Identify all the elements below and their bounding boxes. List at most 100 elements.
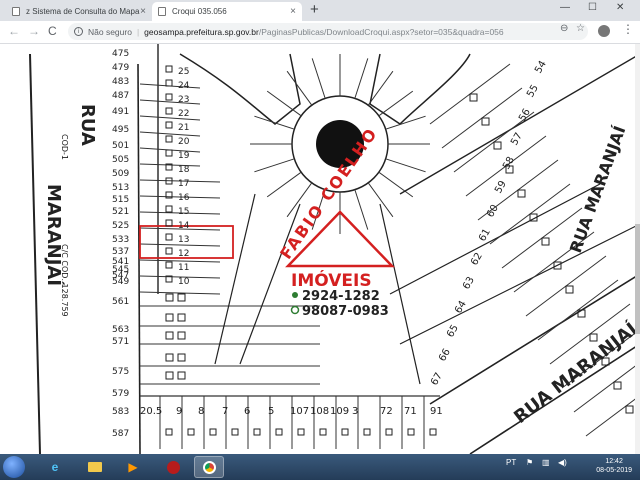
tab-sistema-consulta[interactable]: z Sistema de Consulta do Mapa D × <box>6 2 152 21</box>
ie-icon[interactable]: e <box>40 456 70 478</box>
row-number: 521 <box>112 207 129 217</box>
cod-label: C/C COD. 128.759 <box>60 244 69 317</box>
network-icon[interactable]: ▥ <box>542 458 550 467</box>
lot-number: 14 <box>178 221 190 231</box>
lot-number: 25 <box>178 67 189 77</box>
lot-number: 22 <box>178 109 189 119</box>
row-number: 537 <box>112 247 129 257</box>
row-number: 571 <box>112 337 129 347</box>
lot-number: 109 <box>330 406 349 417</box>
forward-button[interactable]: → <box>28 24 40 38</box>
row-number: 495 <box>112 125 129 135</box>
separator: | <box>136 26 140 37</box>
minimize-button[interactable]: — <box>560 2 570 13</box>
tab-title: Croqui 035.056 <box>172 7 227 16</box>
lot-number: 17 <box>178 179 189 189</box>
street-border-line <box>29 53 41 454</box>
zoom-icon[interactable]: ⊖ <box>560 23 568 34</box>
scrollbar-thumb[interactable] <box>635 224 640 334</box>
lot-number: 8 <box>198 406 204 417</box>
lot-number: 107 <box>290 406 309 417</box>
lot-number: 11 <box>178 263 189 273</box>
reload-button[interactable]: C <box>48 24 57 38</box>
lot-number: 71 <box>404 406 417 417</box>
whatsapp-icon <box>290 305 300 315</box>
url-text: geosampa.prefeitura.sp.gov.br/PaginasPub… <box>144 27 503 37</box>
lot-number: 23 <box>178 95 189 105</box>
row-numbers: 475 479 483 487 491 495 501 505 509 513 515 521 525 5… <box>112 49 129 439</box>
map-viewer[interactable]: RUA MARANJAÍ RUA MARANJAÍ RUA MARANJAÍ C… <box>0 44 640 454</box>
row-number: 525 <box>112 221 129 231</box>
clock[interactable]: 12:42 08-05-2019 <box>596 457 632 475</box>
cod-label: COD-1 <box>60 134 69 160</box>
lot-number: 12 <box>178 249 189 259</box>
start-button[interactable] <box>3 456 25 478</box>
row-number: 561 <box>112 297 129 307</box>
row-number: 579 <box>112 389 129 399</box>
window-close-button[interactable]: ✕ <box>616 2 624 13</box>
row-number: 483 <box>112 77 129 87</box>
block-left-line <box>137 63 141 454</box>
close-icon[interactable]: × <box>290 6 296 17</box>
watermark-phone2: 98087-0983 <box>302 304 389 319</box>
info-icon[interactable]: i <box>74 27 83 36</box>
address-bar[interactable]: i Não seguro | geosampa.prefeitura.sp.go… <box>68 23 588 40</box>
lot-number: 24 <box>178 81 190 91</box>
row-number: 533 <box>112 235 129 245</box>
lot-number: 9 <box>176 406 182 417</box>
row-number: 563 <box>112 325 129 335</box>
lot-number: 59 <box>493 179 509 196</box>
folder-icon[interactable] <box>80 456 110 478</box>
tab-bar: z Sistema de Consulta do Mapa D × Croqui… <box>0 0 640 21</box>
flag-icon[interactable]: ⚑ <box>526 458 533 467</box>
row-number: 515 <box>112 195 129 205</box>
page-icon <box>158 7 166 16</box>
lot-number: 18 <box>178 165 190 175</box>
back-button[interactable]: ← <box>8 24 20 38</box>
lot-number: 66 <box>437 347 453 364</box>
lot-number: 3 <box>352 406 358 417</box>
new-tab-button[interactable]: + <box>310 1 319 18</box>
lot-number: 56 <box>517 107 533 124</box>
star-icon[interactable]: ☆ <box>576 23 585 34</box>
browser-toolbar: ← → C i Não seguro | geosampa.prefeitura… <box>0 21 640 44</box>
row-number: 501 <box>112 141 129 151</box>
language-indicator[interactable]: PT <box>506 458 516 467</box>
watermark-phone1: 2924-1282 <box>302 289 380 304</box>
row-number: 509 <box>112 169 129 179</box>
right-lots <box>429 63 640 437</box>
volume-icon[interactable]: ◀) <box>558 458 567 467</box>
street-label: RUA MARANJAÍ <box>566 123 630 255</box>
row-number: 587 <box>112 429 129 439</box>
lot-number: 13 <box>178 235 189 245</box>
watermark-brand-main: IMÓVEIS <box>291 269 372 291</box>
cadastral-map: RUA MARANJAÍ RUA MARANJAÍ RUA MARANJAÍ C… <box>29 44 640 454</box>
close-icon[interactable]: × <box>140 6 146 17</box>
avatar[interactable] <box>598 25 610 37</box>
left-lot-numbers: 25 24 23 22 21 20 19 18 17 16 15 14 13 12 11 10 <box>165 65 190 287</box>
scrollbar[interactable] <box>635 44 640 454</box>
lot-number: 57 <box>509 131 525 148</box>
lot-number: 6 <box>244 406 250 417</box>
row-number: 513 <box>112 183 129 193</box>
lot-number: 62 <box>469 251 485 268</box>
chrome-icon[interactable] <box>194 456 224 478</box>
taskbar: e ▶ PT ⚑ ▥ ◀) 12:42 08-05-2019 <box>0 454 640 480</box>
lot-number: 16 <box>178 193 190 203</box>
lot-number: 19 <box>178 151 190 161</box>
app-red-icon[interactable] <box>158 456 188 478</box>
tab-croqui[interactable]: Croqui 035.056 × <box>152 2 302 21</box>
row-number: 479 <box>112 63 129 73</box>
lot-number: 20.5 <box>140 406 162 417</box>
phone-icon <box>292 292 298 298</box>
maximize-button[interactable]: ☐ <box>588 2 597 13</box>
lot-number: 21 <box>178 123 189 133</box>
lot-number: 55 <box>525 83 541 100</box>
menu-icon[interactable]: ⋮ <box>622 22 634 36</box>
lot-number: 7 <box>222 406 228 417</box>
media-player-icon[interactable]: ▶ <box>118 456 148 478</box>
lot-number: 65 <box>445 323 461 340</box>
lot-number: 63 <box>461 275 477 292</box>
lot-number: 72 <box>380 406 393 417</box>
tab-title: z Sistema de Consulta do Mapa D <box>26 7 141 16</box>
